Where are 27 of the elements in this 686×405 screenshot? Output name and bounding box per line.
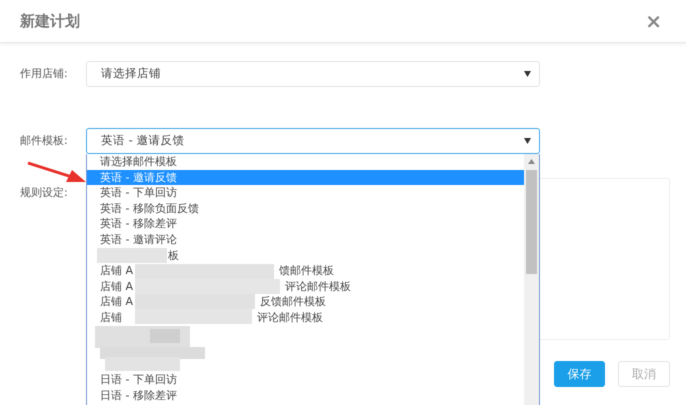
field-label: 作用店铺:	[20, 66, 69, 82]
field-label: 邮件模板:	[20, 132, 69, 149]
dropdown-option[interactable]: 请选择邮件模板	[87, 154, 524, 170]
dropdown-option[interactable]: 英语 - 邀请评论	[87, 232, 524, 248]
dropdown-option[interactable]: 英语 - 移除负面反馈	[87, 200, 524, 216]
option-text: 评论邮件模板	[257, 310, 323, 326]
caret-icon	[524, 71, 531, 77]
option-text: 店铺 A	[100, 294, 134, 310]
dropdown-option[interactable]: 日语 - 下单回访	[87, 372, 524, 388]
scroll-up-icon[interactable]	[528, 159, 535, 164]
option-text: 店铺 A	[100, 278, 134, 294]
option-text: 店铺 A	[100, 263, 134, 279]
dropdown-option[interactable]: 英语 - 下单回访	[87, 185, 524, 201]
option-text: 店铺	[100, 310, 122, 326]
scrollbar[interactable]	[524, 154, 539, 405]
option-text: 板	[168, 248, 179, 264]
option-text: 反馈邮件模板	[260, 294, 326, 310]
field-label: 规则设定:	[20, 185, 68, 201]
caret-icon	[524, 138, 531, 144]
option-text: 评论邮件模板	[285, 278, 351, 294]
close-button[interactable]: ×	[641, 11, 666, 31]
select-field[interactable]: 请选择店铺	[86, 61, 540, 87]
select-field[interactable]: 英语 - 邀请反馈	[86, 128, 540, 154]
option-text: 馈邮件模板	[279, 263, 334, 279]
dialog-title: 新建计划	[20, 10, 80, 32]
dropdown-option[interactable]: 日语 - 移除差评	[87, 388, 524, 404]
dropdown-option[interactable]: 英语 - 移除差评	[87, 216, 524, 232]
